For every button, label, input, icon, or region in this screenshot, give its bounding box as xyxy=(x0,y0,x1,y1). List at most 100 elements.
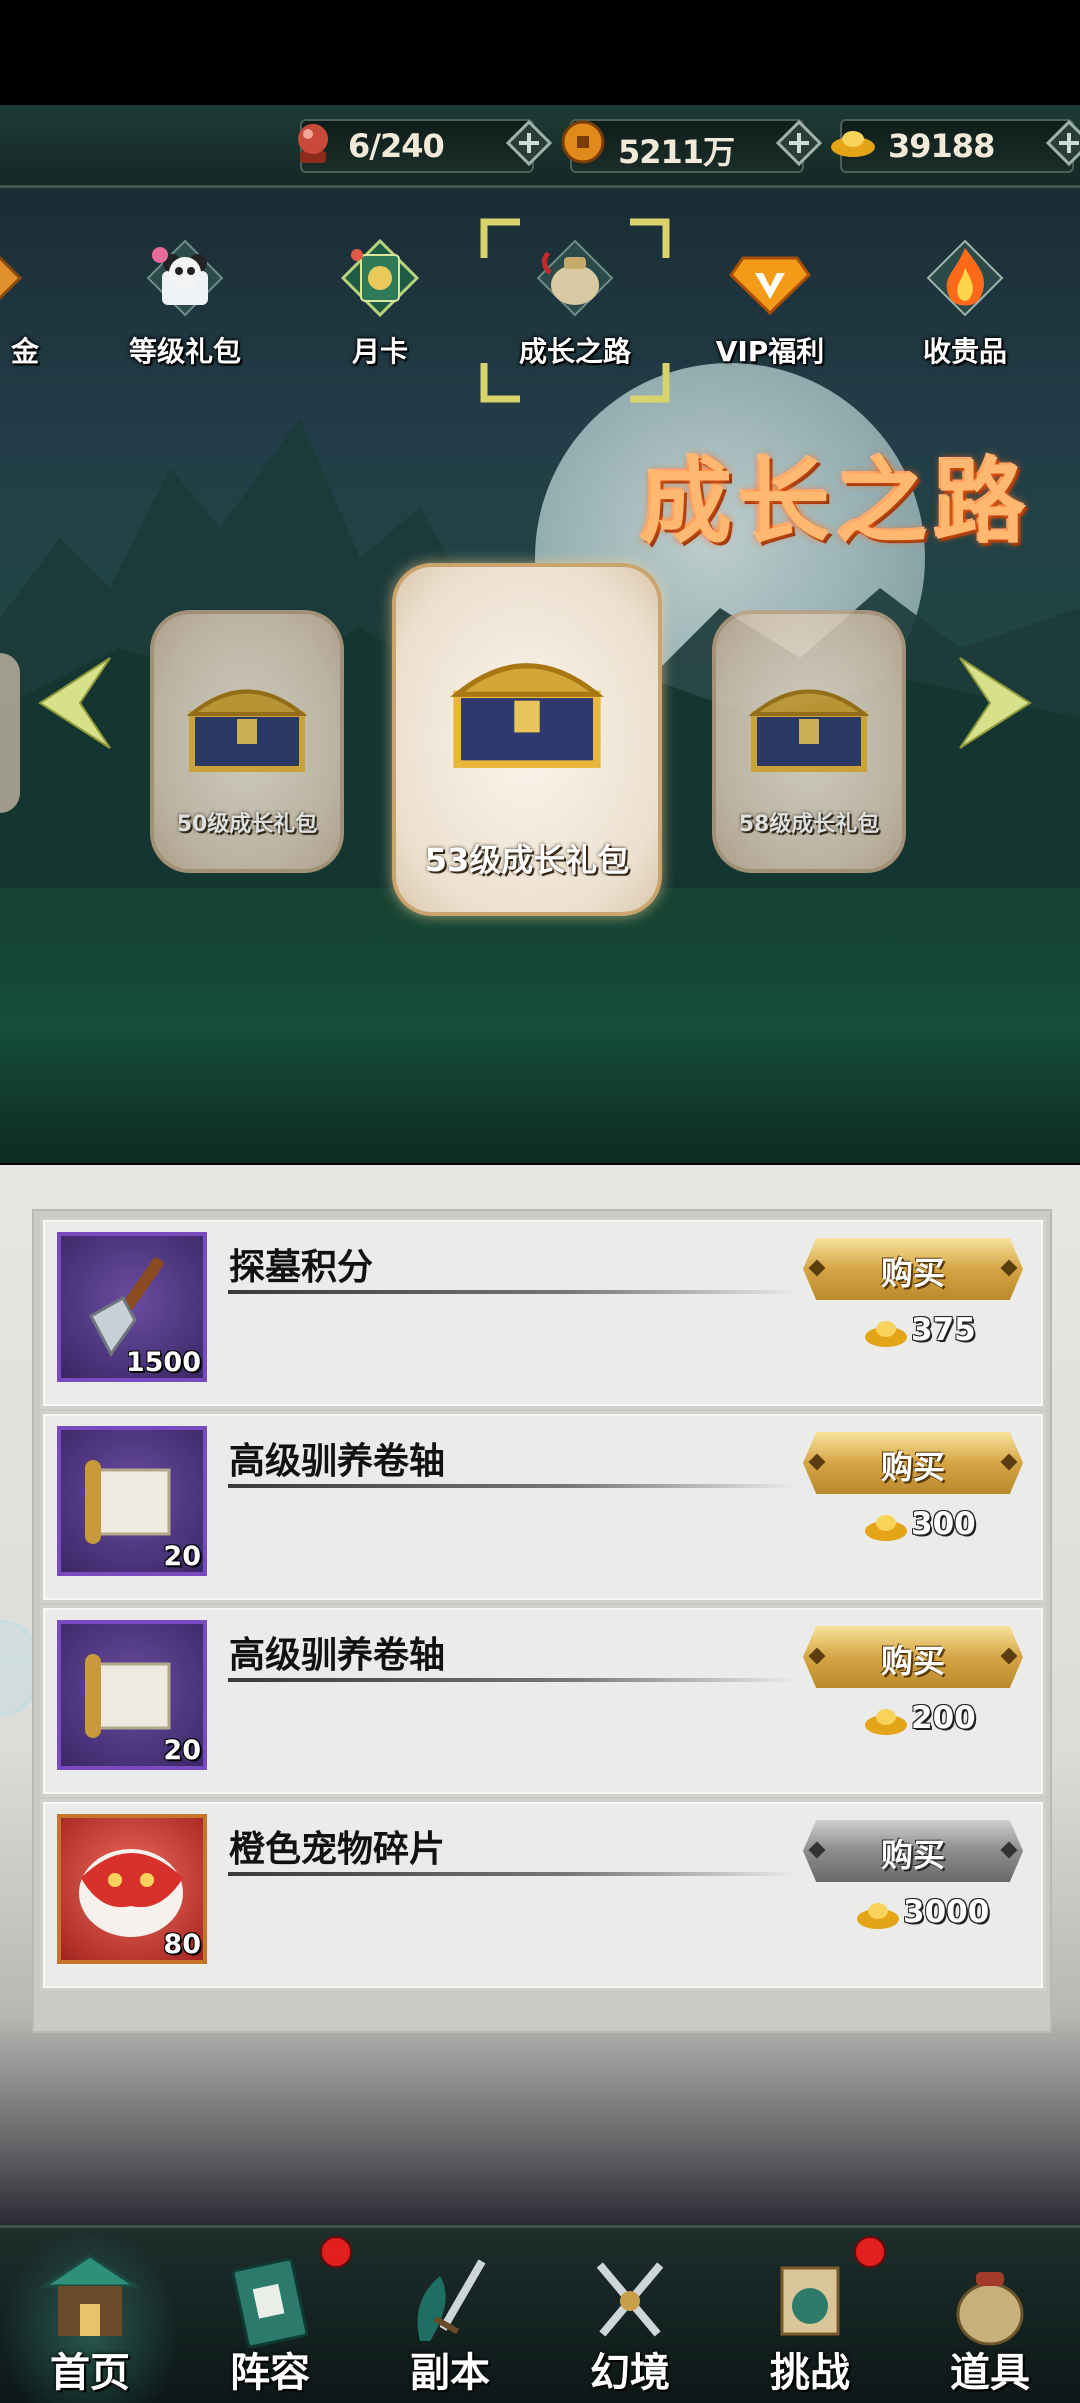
tab-label: VIP福利 xyxy=(715,335,825,368)
gold-value: 39188 xyxy=(888,127,995,165)
nav-label: 副本 xyxy=(410,2349,490,2396)
next-pack-arrow-icon[interactable] xyxy=(955,653,1035,753)
tab-month-card[interactable]: 月卡 xyxy=(300,218,460,398)
bottom-navigation: 首页 阵容 副本 幻境 挑战 道具 xyxy=(0,2225,1080,2403)
tab-label: 月卡 xyxy=(351,335,408,368)
buy-button-label: 购买 xyxy=(880,1448,945,1486)
stamina-orb-icon xyxy=(298,124,328,163)
tab-vip-welfare[interactable]: VIP福利 xyxy=(690,218,850,398)
pack-label: 53级成长礼包 xyxy=(424,841,630,879)
growth-road-banner: 金 等级礼包 月卡 成长之路 VIP福利 收贵品 成长之路 50级成长礼包 53… xyxy=(0,188,1080,1163)
resource-bar: 6/240 5211万 39188 xyxy=(0,105,1080,188)
add-copper-icon[interactable] xyxy=(776,120,822,166)
shop-item-row: 20 高级驯养卷轴 购买 300 xyxy=(40,1411,1046,1603)
feature-tabs: 金 等级礼包 月卡 成长之路 VIP福利 收贵品 xyxy=(0,218,1080,418)
nav-illusion[interactable]: 幻境 xyxy=(540,2228,720,2403)
gold-ingot-icon xyxy=(865,1708,907,1735)
price-value: 200 xyxy=(911,1700,976,1736)
status-bar-area xyxy=(0,0,1080,105)
add-gold-icon[interactable] xyxy=(1046,120,1080,166)
nav-challenge[interactable]: 挑战 xyxy=(720,2228,900,2403)
item-slot[interactable]: 80 xyxy=(57,1814,207,1964)
tab-collect-treasure[interactable]: 收贵品 xyxy=(885,218,1045,398)
shop-item-row: 80 橙色宠物碎片 购买 3000 xyxy=(40,1799,1046,1991)
tab-gold[interactable]: 金 xyxy=(0,218,65,398)
collect-treasure-flame-icon xyxy=(926,239,1004,317)
item-quantity: 20 xyxy=(163,1541,201,1572)
nav-label: 挑战 xyxy=(770,2349,850,2396)
copper-resource: 5211万 xyxy=(561,119,822,173)
shop-item-row: 1500 探墓积分 购买 375 xyxy=(40,1217,1046,1409)
gold-gift-icon xyxy=(0,255,23,301)
pack-card-53-selected[interactable]: 53级成长礼包 xyxy=(392,563,662,916)
nav-label: 道具 xyxy=(950,2349,1030,2396)
divider xyxy=(228,1872,798,1876)
mist-layer xyxy=(0,888,1080,1163)
buy-button[interactable]: 购买 xyxy=(803,1626,1023,1688)
item-slot[interactable]: 20 xyxy=(57,1426,207,1576)
pack-label: 50级成长礼包 xyxy=(176,812,318,837)
nav-label: 幻境 xyxy=(590,2349,670,2396)
buy-button[interactable]: 购买 xyxy=(803,1432,1023,1494)
gold-ingot-icon xyxy=(831,131,875,157)
shop-item-row: 20 高级驯养卷轴 购买 200 xyxy=(40,1605,1046,1797)
add-stamina-icon[interactable] xyxy=(506,120,552,166)
buy-button[interactable]: 购买 xyxy=(803,1238,1023,1300)
item-name: 探墓积分 xyxy=(229,1246,374,1288)
item-name: 橙色宠物碎片 xyxy=(229,1828,446,1870)
item-quantity: 20 xyxy=(163,1735,201,1766)
tab-label: 金 xyxy=(10,335,39,368)
prev-pack-arrow-icon[interactable] xyxy=(35,653,115,753)
level-gift-panda-icon xyxy=(146,239,224,317)
buy-button-label: 购买 xyxy=(880,1836,945,1874)
gold-resource: 39188 xyxy=(831,119,1080,173)
tab-label: 等级礼包 xyxy=(128,335,241,368)
shop-list: 1500 探墓积分 购买 375 20 高级驯养卷轴 购买 300 20 高级驯… xyxy=(32,1209,1052,2033)
tab-level-gift[interactable]: 等级礼包 xyxy=(105,218,265,398)
nav-lineup[interactable]: 阵容 xyxy=(180,2228,360,2403)
stamina-value: 6/240 xyxy=(348,127,445,165)
buy-button-disabled[interactable]: 购买 xyxy=(803,1820,1023,1882)
month-card-icon xyxy=(340,238,420,318)
vip-gem-icon xyxy=(729,256,811,316)
item-price: 200 xyxy=(863,1700,976,1737)
selected-tab-frame xyxy=(480,218,670,403)
item-quantity: 80 xyxy=(163,1929,201,1960)
price-value: 375 xyxy=(911,1312,976,1348)
item-price: 375 xyxy=(863,1312,976,1349)
gold-ingot-icon xyxy=(865,1514,907,1541)
copper-value: 5211万 xyxy=(618,133,735,171)
divider xyxy=(228,1290,798,1294)
stamina-resource: 6/240 xyxy=(298,119,552,173)
buy-button-label: 购买 xyxy=(880,1642,945,1680)
item-name: 高级驯养卷轴 xyxy=(229,1440,446,1482)
buy-button-label: 购买 xyxy=(880,1254,945,1292)
divider xyxy=(228,1484,798,1488)
item-price: 300 xyxy=(863,1506,976,1543)
notification-badge xyxy=(854,2236,886,2268)
side-expand-handle[interactable] xyxy=(0,1620,36,1716)
pack-label: 58级成长礼包 xyxy=(738,812,880,837)
item-slot[interactable]: 1500 xyxy=(57,1232,207,1382)
divider xyxy=(228,1678,798,1682)
item-slot[interactable]: 20 xyxy=(57,1620,207,1770)
shop-panel: 1500 探墓积分 购买 375 20 高级驯养卷轴 购买 300 20 高级驯… xyxy=(0,1165,1080,2225)
offscreen-pack-card xyxy=(0,653,20,813)
pack-card-58[interactable]: 58级成长礼包 xyxy=(712,610,906,873)
price-value: 300 xyxy=(911,1506,976,1542)
item-price: 3000 xyxy=(855,1894,989,1931)
nav-items[interactable]: 道具 xyxy=(900,2228,1080,2403)
treasure-chest-icon xyxy=(186,689,308,772)
item-name: 高级驯养卷轴 xyxy=(229,1634,446,1676)
notification-badge xyxy=(320,2236,352,2268)
pack-card-50[interactable]: 50级成长礼包 xyxy=(150,610,344,873)
nav-home[interactable]: 首页 xyxy=(0,2228,180,2403)
copper-coin-icon xyxy=(561,120,605,164)
treasure-chest-icon xyxy=(748,689,870,772)
nav-dungeon[interactable]: 副本 xyxy=(360,2228,540,2403)
price-value: 3000 xyxy=(903,1894,990,1930)
nav-label: 首页 xyxy=(50,2349,130,2396)
banner-title: 成长之路 xyxy=(640,448,1033,556)
gold-ingot-icon xyxy=(865,1320,907,1347)
gold-ingot-icon xyxy=(857,1902,899,1929)
